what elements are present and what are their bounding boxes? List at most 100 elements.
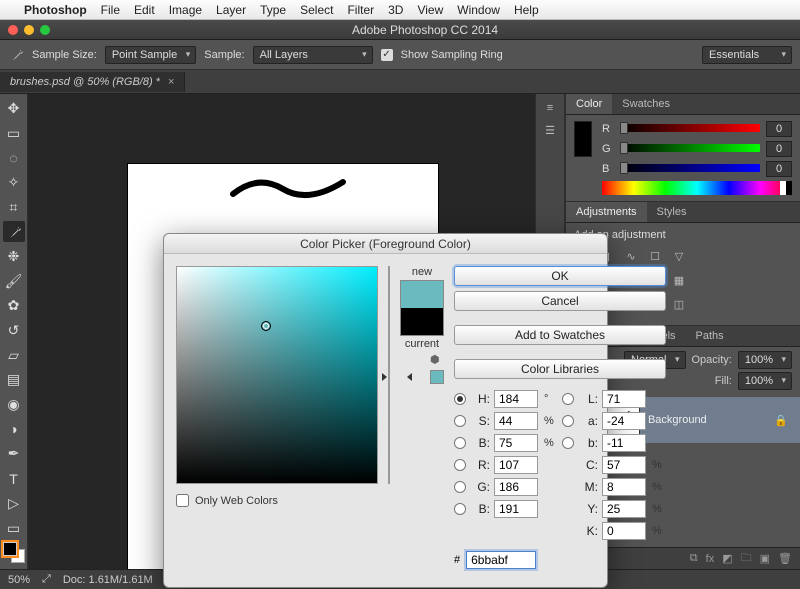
new-group-icon[interactable]: 🗀	[741, 549, 752, 568]
k-field[interactable]	[602, 522, 646, 540]
saturation-value-field[interactable]	[176, 266, 378, 484]
lock-icon[interactable]: 🔒	[774, 414, 788, 427]
vibrance-icon[interactable]: ▽	[670, 247, 688, 265]
l-field[interactable]	[602, 390, 646, 408]
gg-field[interactable]	[494, 478, 538, 496]
workspace-select[interactable]: Essentials	[702, 46, 792, 64]
color-libraries-button[interactable]: Color Libraries	[454, 359, 666, 379]
radio-r[interactable]	[454, 459, 466, 471]
bb-field[interactable]	[494, 500, 538, 518]
radio-s[interactable]	[454, 415, 466, 427]
radio-h[interactable]	[454, 393, 466, 405]
layer-fx-icon[interactable]: fx	[706, 553, 715, 565]
ok-button[interactable]: OK	[454, 266, 666, 286]
menu-edit[interactable]: Edit	[134, 3, 155, 17]
only-web-colors-input[interactable]	[176, 494, 189, 507]
exposure-icon[interactable]: ☐	[646, 247, 664, 265]
b-value[interactable]: 0	[766, 161, 792, 177]
menu-view[interactable]: View	[417, 3, 443, 17]
foreground-background-swatches[interactable]	[3, 542, 25, 563]
menu-layer[interactable]: Layer	[216, 3, 246, 17]
close-tab-icon[interactable]: ×	[168, 76, 174, 88]
menu-help[interactable]: Help	[514, 3, 539, 17]
m-field[interactable]	[602, 478, 646, 496]
opacity-value[interactable]: 100%	[738, 351, 792, 369]
menu-window[interactable]: Window	[457, 3, 500, 17]
h-field[interactable]	[494, 390, 538, 408]
brush-tool-icon[interactable]: 🖌	[3, 271, 25, 292]
sample-size-select[interactable]: Point Sample	[105, 46, 196, 64]
dodge-tool-icon[interactable]: ◑	[3, 419, 25, 440]
delete-layer-icon[interactable]: 🗑	[778, 552, 792, 565]
lut-icon[interactable]: ▦	[670, 271, 688, 289]
radio-l[interactable]	[562, 393, 574, 405]
properties-panel-icon[interactable]: ☰	[545, 124, 555, 137]
window-close-icon[interactable]	[8, 25, 18, 35]
clone-stamp-tool-icon[interactable]: ✿	[3, 296, 25, 317]
bv-field[interactable]	[494, 434, 538, 452]
layer-mask-icon[interactable]: ◩	[722, 552, 732, 565]
selective-color-icon[interactable]: ◫	[670, 295, 688, 313]
tab-styles[interactable]: Styles	[647, 202, 697, 222]
tab-swatches[interactable]: Swatches	[612, 94, 680, 114]
lasso-tool-icon[interactable]: ◌	[3, 147, 25, 168]
rr-field[interactable]	[494, 456, 538, 474]
document-tab[interactable]: brushes.psd @ 50% (RGB/8) * ×	[0, 72, 185, 92]
magic-wand-tool-icon[interactable]: ✧	[3, 172, 25, 193]
path-selection-tool-icon[interactable]: ▷	[3, 493, 25, 514]
eraser-tool-icon[interactable]: ▱	[3, 345, 25, 366]
zoom-level[interactable]: 50%	[8, 574, 30, 586]
healing-brush-tool-icon[interactable]: ❉	[3, 246, 25, 267]
tab-paths[interactable]: Paths	[686, 326, 734, 346]
eyedropper-tool-icon[interactable]	[3, 221, 25, 242]
menu-select[interactable]: Select	[300, 3, 333, 17]
hex-field[interactable]	[466, 551, 536, 569]
menu-app[interactable]: Photoshop	[24, 3, 87, 17]
menu-3d[interactable]: 3D	[388, 3, 403, 17]
tab-color[interactable]: Color	[566, 94, 612, 114]
radio-a[interactable]	[562, 415, 574, 427]
blur-tool-icon[interactable]: ◉	[3, 394, 25, 415]
s-field[interactable]	[494, 412, 538, 430]
g-value[interactable]: 0	[766, 141, 792, 157]
marquee-tool-icon[interactable]: ▭	[3, 123, 25, 144]
radio-bb[interactable]	[454, 503, 466, 515]
crop-tool-icon[interactable]: ⌗	[3, 197, 25, 218]
type-tool-icon[interactable]: T	[3, 468, 25, 489]
window-zoom-icon[interactable]	[40, 25, 50, 35]
y-field[interactable]	[602, 500, 646, 518]
websafe-swatch[interactable]	[430, 370, 444, 384]
move-tool-icon[interactable]: ✥	[3, 98, 25, 119]
show-sampling-ring-checkbox[interactable]: ✓	[381, 49, 393, 61]
pen-tool-icon[interactable]: ✒	[3, 444, 25, 465]
curves-icon[interactable]: ∿	[622, 247, 640, 265]
sample-select[interactable]: All Layers	[253, 46, 373, 64]
spectrum-ramp[interactable]	[602, 181, 792, 195]
a-field[interactable]	[602, 412, 646, 430]
only-web-colors-checkbox[interactable]: Only Web Colors	[176, 494, 378, 507]
add-to-swatches-button[interactable]: Add to Swatches	[454, 325, 666, 345]
radio-bv[interactable]	[454, 437, 466, 449]
cancel-button[interactable]: Cancel	[454, 291, 666, 311]
menu-image[interactable]: Image	[169, 3, 202, 17]
tab-adjustments[interactable]: Adjustments	[566, 202, 647, 222]
menu-filter[interactable]: Filter	[347, 3, 374, 17]
foreground-color-swatch[interactable]	[3, 542, 17, 556]
fill-value[interactable]: 100%	[738, 372, 792, 390]
g-slider[interactable]	[620, 144, 760, 154]
new-layer-icon[interactable]: ▣	[760, 552, 770, 565]
r-slider[interactable]	[620, 124, 760, 134]
shape-tool-icon[interactable]: ▭	[3, 518, 25, 539]
menu-file[interactable]: File	[101, 3, 120, 17]
link-layers-icon[interactable]: ⧉	[690, 552, 698, 565]
r-value[interactable]: 0	[766, 121, 792, 137]
gradient-tool-icon[interactable]: ▤	[3, 370, 25, 391]
gamut-warning-icon[interactable]: ⬢	[430, 353, 444, 367]
menu-type[interactable]: Type	[260, 3, 286, 17]
b-slider[interactable]	[620, 164, 760, 174]
c-field[interactable]	[602, 456, 646, 474]
expand-icon[interactable]: ⤢	[42, 573, 51, 586]
history-brush-tool-icon[interactable]: ↺	[3, 320, 25, 341]
radio-lab-b[interactable]	[562, 437, 574, 449]
lab-b-field[interactable]	[602, 434, 646, 452]
